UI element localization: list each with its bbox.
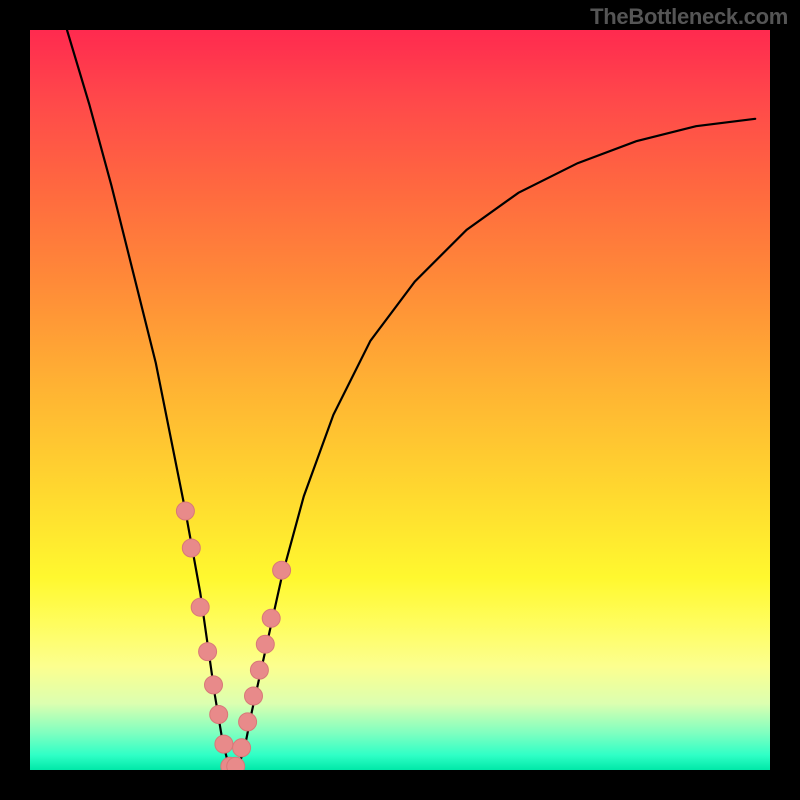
marker-group (176, 502, 290, 770)
bottleneck-curve-svg (30, 30, 770, 770)
curve-marker (239, 713, 257, 731)
curve-marker (176, 502, 194, 520)
curve-marker (245, 687, 263, 705)
curve-marker (262, 609, 280, 627)
curve-marker (215, 735, 233, 753)
curve-marker (233, 739, 251, 757)
chart-frame: TheBottleneck.com (0, 0, 800, 800)
curve-marker (205, 676, 223, 694)
curve-marker (273, 561, 291, 579)
curve-marker (191, 598, 209, 616)
curve-marker (227, 757, 245, 770)
watermark-text: TheBottleneck.com (590, 4, 788, 30)
curve-marker (221, 757, 239, 770)
curve-marker (256, 635, 274, 653)
curve-marker (250, 661, 268, 679)
curve-marker (182, 539, 200, 557)
bottleneck-curve-path (67, 30, 755, 770)
plot-area (30, 30, 770, 770)
curve-marker (199, 643, 217, 661)
curve-marker (210, 706, 228, 724)
